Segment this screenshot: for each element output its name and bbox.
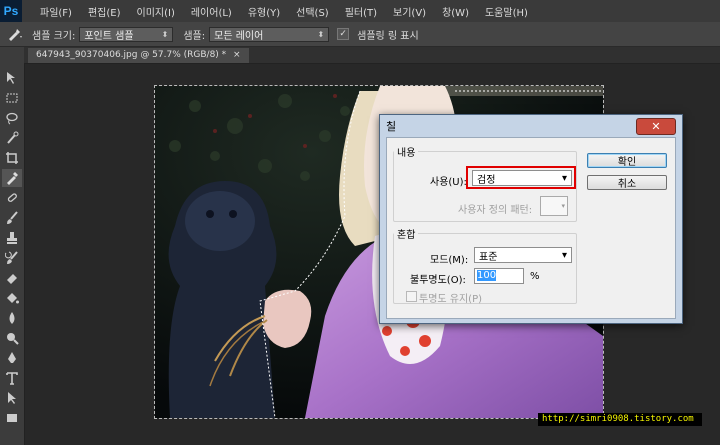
type-tool-icon[interactable]	[2, 369, 22, 387]
preserve-transparency-checkbox	[406, 291, 417, 302]
close-icon[interactable]: ×	[233, 50, 241, 60]
cancel-button[interactable]: 취소	[587, 175, 667, 190]
brush-tool-icon[interactable]	[2, 209, 22, 227]
sample-label: 샘플:	[183, 30, 206, 42]
paint-bucket-tool-icon[interactable]	[2, 289, 22, 307]
menu-image[interactable]: 이미지(I)	[129, 4, 183, 19]
menu-layer[interactable]: 레이어(L)	[183, 4, 240, 19]
highlight-box	[466, 166, 576, 189]
dialog-title: 칠	[386, 120, 397, 133]
close-icon[interactable]: ✕	[636, 118, 676, 135]
menu-view[interactable]: 보기(V)	[385, 4, 434, 19]
crop-tool-icon[interactable]	[2, 149, 22, 167]
blur-tool-icon[interactable]	[2, 309, 22, 327]
watermark-url: http://simri0908.tistory.com	[538, 413, 702, 426]
show-ring-checkbox[interactable]: ✓	[337, 28, 350, 40]
contents-group: 내용 사용(U): 검정 ▾ 사용자 정의 패턴: ▾	[393, 144, 577, 222]
menu-edit[interactable]: 편집(E)	[80, 4, 129, 19]
clone-stamp-tool-icon[interactable]	[2, 229, 22, 247]
document-tab[interactable]: 647943_90370406.jpg @ 57.7% (RGB/8) * ×	[28, 48, 249, 63]
document-tab-title: 647943_90370406.jpg @ 57.7% (RGB/8) *	[36, 50, 227, 60]
menu-window[interactable]: 창(W)	[434, 4, 477, 19]
fill-dialog: 칠 ✕ 내용 사용(U): 검정 ▾ 사용자 정의 패턴: ▾ 확인 취소 혼합…	[379, 114, 683, 324]
custom-pattern-picker: ▾	[540, 196, 568, 216]
dodge-tool-icon[interactable]	[2, 329, 22, 347]
menu-type[interactable]: 유형(Y)	[240, 4, 288, 19]
blending-group: 혼합 모드(M): 표준 ▾ 불투명도(O): 100 % 투명도 유지(P)	[393, 226, 577, 305]
pen-tool-icon[interactable]	[2, 349, 22, 367]
quick-selection-tool-icon[interactable]	[2, 129, 22, 147]
dialog-body: 내용 사용(U): 검정 ▾ 사용자 정의 패턴: ▾ 확인 취소 혼합 모드(…	[386, 137, 676, 319]
eyedropper-tool-preset-icon[interactable]	[6, 27, 28, 41]
path-selection-tool-icon[interactable]	[2, 389, 22, 407]
opacity-label: 불투명도(O):	[410, 275, 466, 286]
mode-value: 표준	[479, 251, 498, 263]
sample-size-select[interactable]: 포인트 샘플 ⬍	[79, 26, 174, 42]
photoshop-logo: Ps	[0, 0, 22, 22]
chevron-updown-icon: ⬍	[317, 29, 325, 39]
contents-legend: 내용	[397, 148, 416, 159]
preserve-transparency-label: 투명도 유지(P)	[419, 294, 483, 305]
sample-value: 모든 레이어	[214, 30, 264, 42]
rectangle-tool-icon[interactable]	[2, 409, 22, 427]
lasso-tool-icon[interactable]	[2, 109, 22, 127]
use-label: 사용(U):	[430, 177, 467, 188]
opacity-unit: %	[530, 271, 540, 282]
blending-legend: 혼합	[397, 230, 416, 241]
eraser-tool-icon[interactable]	[2, 269, 22, 287]
opacity-input[interactable]: 100	[474, 268, 524, 284]
chevron-down-icon: ▾	[561, 249, 567, 261]
tools-panel	[0, 47, 25, 445]
sample-select[interactable]: 모든 레이어 ⬍	[209, 26, 330, 42]
document-tabs: 647943_90370406.jpg @ 57.7% (RGB/8) * ×	[24, 47, 720, 64]
healing-brush-tool-icon[interactable]	[2, 189, 22, 207]
eyedropper-tool-icon[interactable]	[2, 169, 22, 187]
sample-size-label: 샘플 크기:	[32, 30, 76, 42]
chevron-down-icon: ▾	[561, 202, 565, 210]
custom-pattern-label: 사용자 정의 패턴:	[458, 205, 533, 216]
menu-bar: Ps 파일(F) 편집(E) 이미지(I) 레이어(L) 유형(Y) 선택(S)…	[0, 0, 720, 22]
sample-size-value: 포인트 샘플	[84, 30, 134, 42]
history-brush-tool-icon[interactable]	[2, 249, 22, 267]
mode-select[interactable]: 표준 ▾	[474, 247, 572, 263]
menu-help[interactable]: 도움말(H)	[477, 4, 536, 19]
move-tool-icon[interactable]	[2, 69, 22, 87]
menu-select[interactable]: 선택(S)	[288, 4, 337, 19]
options-bar: 샘플 크기: 포인트 샘플 ⬍ 샘플: 모든 레이어 ⬍ ✓ 샘플링 링 표시	[0, 22, 720, 47]
marquee-tool-icon[interactable]	[2, 89, 22, 107]
ok-button[interactable]: 확인	[587, 153, 667, 168]
chevron-updown-icon: ⬍	[161, 29, 169, 39]
menu-filter[interactable]: 필터(T)	[337, 4, 385, 19]
mode-label: 모드(M):	[430, 255, 469, 266]
show-ring-label: 샘플링 링 표시	[357, 30, 419, 42]
menu-file[interactable]: 파일(F)	[32, 4, 80, 19]
opacity-value: 100	[477, 270, 497, 281]
